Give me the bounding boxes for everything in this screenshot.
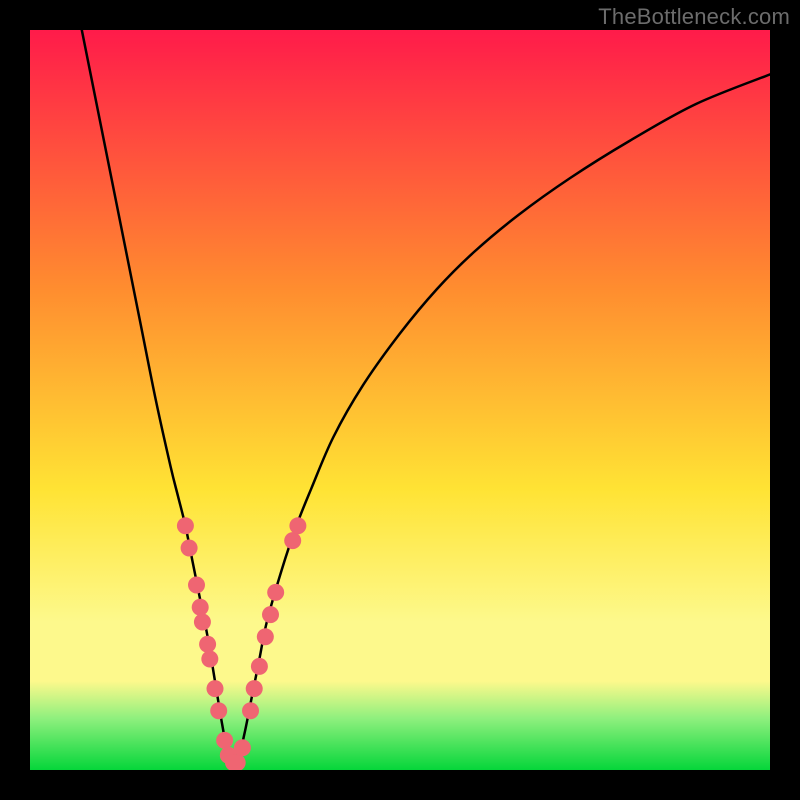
data-point <box>284 532 301 549</box>
data-point <box>194 614 211 631</box>
gradient-background <box>30 30 770 770</box>
data-point <box>199 636 216 653</box>
data-point <box>210 702 227 719</box>
data-point <box>246 680 263 697</box>
watermark-text: TheBottleneck.com <box>598 4 790 30</box>
data-point <box>181 540 198 557</box>
data-point <box>267 584 284 601</box>
data-point <box>201 651 218 668</box>
data-point <box>192 599 209 616</box>
data-point <box>188 577 205 594</box>
data-point <box>216 732 233 749</box>
data-point <box>242 702 259 719</box>
data-point <box>262 606 279 623</box>
chart-frame: TheBottleneck.com <box>0 0 800 800</box>
data-point <box>234 739 251 756</box>
data-point <box>177 517 194 534</box>
data-point <box>251 658 268 675</box>
plot-area <box>30 30 770 770</box>
data-point <box>207 680 224 697</box>
bottleneck-chart-svg <box>30 30 770 770</box>
data-point <box>257 628 274 645</box>
data-point <box>289 517 306 534</box>
